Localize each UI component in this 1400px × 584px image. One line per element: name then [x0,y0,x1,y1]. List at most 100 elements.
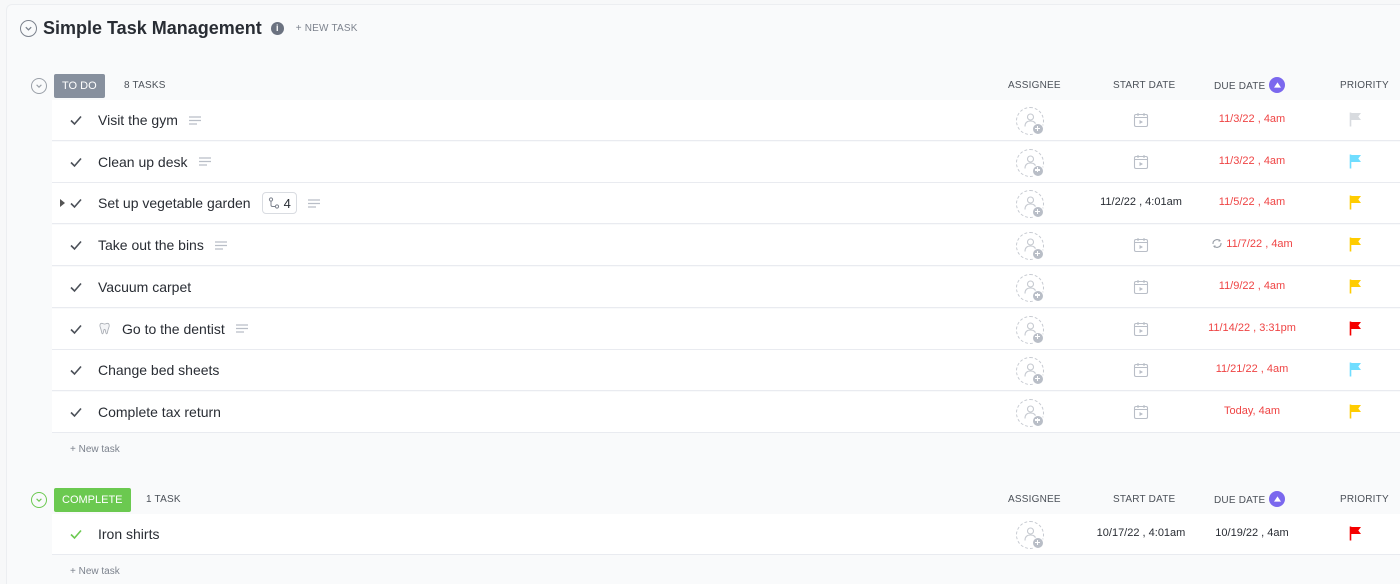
assignee-avatar[interactable] [1016,273,1044,302]
due-date-text: 11/5/22 , 4am [1218,196,1286,209]
column-header-due-date[interactable]: DUE DATE [1214,77,1286,93]
column-header-assignee[interactable]: ASSIGNEE [1008,80,1061,91]
task-row[interactable]: Clean up desk 11/3/22 , 4am [52,141,1400,183]
task-row[interactable]: Iron shirts 10/17/22 , 4:01am 10/19/22 , 4… [52,514,1400,555]
due-date[interactable]: 11/3/22 , 4am [1200,155,1304,167]
checkmark-icon[interactable] [69,155,83,169]
task-name-cell[interactable]: Visit the gym [98,100,201,140]
checkmark-icon[interactable] [69,280,83,294]
priority-flag-icon[interactable] [1349,362,1362,377]
collapse-list-icon[interactable] [20,19,37,37]
priority-flag-icon[interactable] [1349,154,1362,169]
priority-flag-icon[interactable] [1349,404,1362,419]
column-header-assignee[interactable]: ASSIGNEE [1008,494,1061,505]
task-row[interactable]: Visit the gym 11/3/22 , 4am [52,100,1400,141]
task-name-cell[interactable]: Change bed sheets [98,350,219,390]
calendar-icon[interactable] [1133,279,1149,295]
new-task-link[interactable]: + New task [70,444,120,455]
status-badge[interactable]: COMPLETE [54,488,131,512]
due-date[interactable]: 11/9/22 , 4am [1200,280,1304,292]
column-header-priority[interactable]: PRIORITY [1340,80,1389,91]
column-header-due-date[interactable]: DUE DATE [1214,491,1286,507]
task-row[interactable]: Complete tax return Today, 4am [52,391,1400,433]
collapse-group-icon[interactable] [31,492,47,508]
column-header-start-date[interactable]: START DATE [1113,494,1175,505]
calendar-icon[interactable] [1133,237,1149,253]
task-name[interactable]: Take out the bins [98,237,204,253]
checkmark-icon[interactable] [69,527,83,541]
subtask-count-badge[interactable]: 4 [261,192,297,215]
task-name[interactable]: Vacuum carpet [98,279,191,295]
task-name-cell[interactable]: Go to the dentist [98,309,248,349]
column-header-start-date[interactable]: START DATE [1113,80,1175,91]
start-date[interactable]: 11/2/22 , 4:01am [1089,196,1193,208]
task-name[interactable]: Go to the dentist [122,321,225,337]
sort-ascending-icon[interactable] [1269,77,1286,93]
task-count: 1 TASK [146,494,181,505]
due-date[interactable]: 11/3/22 , 4am [1200,113,1304,125]
checkmark-icon[interactable] [69,322,83,336]
calendar-icon[interactable] [1133,404,1149,420]
assignee-avatar[interactable] [1016,148,1044,177]
due-date-text: Today, 4am [1223,404,1281,417]
sort-ascending-icon[interactable] [1269,491,1286,507]
column-header-priority[interactable]: PRIORITY [1340,494,1389,505]
task-name[interactable]: Clean up desk [98,154,188,170]
checkmark-icon[interactable] [69,405,83,419]
task-row[interactable]: Change bed sheets 11/21/22 , 4am [52,350,1400,392]
info-icon[interactable]: i [270,21,284,35]
calendar-icon[interactable] [1133,112,1149,128]
new-task-button[interactable]: + NEW TASK [296,23,358,34]
due-date[interactable]: 11/21/22 , 4am [1200,363,1304,375]
assignee-avatar[interactable] [1016,107,1044,135]
task-name-cell[interactable]: Complete tax return [98,392,221,432]
checkmark-icon[interactable] [69,363,83,377]
collapse-group-icon[interactable] [31,78,47,94]
priority-flag-icon[interactable] [1349,279,1362,294]
start-date[interactable]: 10/17/22 , 4:01am [1089,527,1193,539]
task-name[interactable]: Iron shirts [98,526,159,542]
task-name-cell[interactable]: Iron shirts [98,514,159,554]
status-badge[interactable]: TO DO [54,74,105,98]
task-name[interactable]: Visit the gym [98,112,178,128]
calendar-icon[interactable] [1133,321,1149,337]
column-header-due-date-label: DUE DATE [1214,81,1266,93]
priority-flag-icon[interactable] [1349,195,1362,210]
task-name-cell[interactable]: Take out the bins [98,225,227,265]
due-date[interactable]: 10/19/22 , 4am [1200,527,1304,539]
due-date[interactable]: 11/7/22 , 4am [1200,238,1304,250]
priority-flag-icon[interactable] [1349,321,1362,336]
assignee-avatar[interactable] [1016,398,1044,427]
due-date-text: 11/3/22 , 4am [1218,113,1286,125]
task-name[interactable]: Complete tax return [98,404,221,420]
calendar-icon[interactable] [1133,362,1149,378]
task-row[interactable]: Set up vegetable garden 4 11/2/22 , 4:01am… [52,183,1400,225]
priority-flag-icon[interactable] [1349,526,1362,541]
assignee-avatar[interactable] [1016,357,1044,386]
checkmark-icon[interactable] [69,113,83,127]
due-date[interactable]: 11/14/22 , 3:31pm [1200,322,1304,334]
task-row[interactable]: Take out the bins 11/7/22 , 4am [52,225,1400,267]
page-title: Simple Task Management [43,17,262,38]
new-task-link[interactable]: + New task [70,566,120,577]
priority-flag-icon[interactable] [1349,112,1362,127]
task-name-cell[interactable]: Set up vegetable garden 4 [98,183,320,223]
assignee-avatar[interactable] [1016,521,1044,549]
checkmark-icon[interactable] [69,238,83,252]
description-icon [198,157,211,166]
assignee-avatar[interactable] [1016,190,1044,219]
task-name[interactable]: Change bed sheets [98,362,219,378]
due-date[interactable]: Today, 4am [1200,405,1304,417]
due-date[interactable]: 11/5/22 , 4am [1200,196,1304,208]
task-row[interactable]: Vacuum carpet 11/9/22 , 4am [52,266,1400,308]
priority-flag-icon[interactable] [1349,237,1362,252]
assignee-avatar[interactable] [1016,315,1044,344]
checkmark-icon[interactable] [69,196,83,210]
task-name-cell[interactable]: Clean up desk [98,142,211,182]
assignee-avatar[interactable] [1016,232,1044,261]
calendar-icon[interactable] [1133,154,1149,170]
expand-subtasks-icon[interactable] [60,199,65,208]
task-name-cell[interactable]: Vacuum carpet [98,267,191,307]
task-name[interactable]: Set up vegetable garden [98,195,251,211]
task-row[interactable]: Go to the dentist 11/14/22 , 3:31pm [52,308,1400,350]
